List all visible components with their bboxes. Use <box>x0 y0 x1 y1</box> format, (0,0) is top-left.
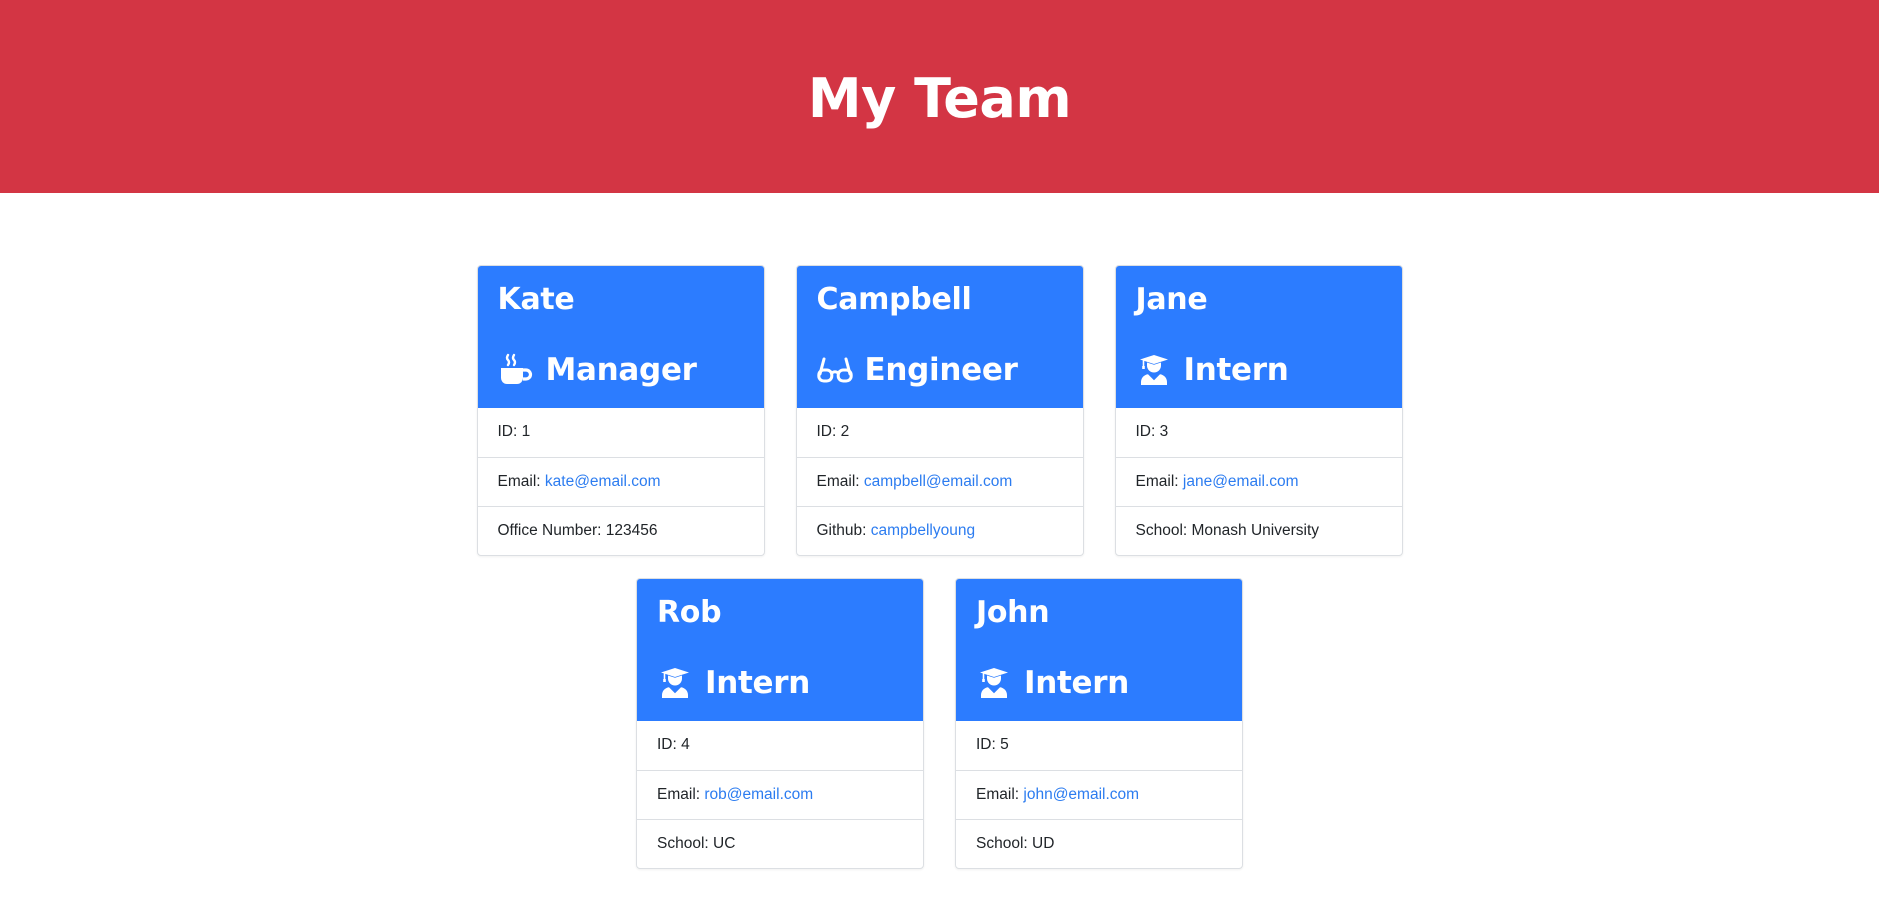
graduate-icon <box>976 665 1012 701</box>
card-header: Campbell Engineer <box>796 266 1083 408</box>
email-link[interactable]: rob@email.com <box>704 786 813 803</box>
card-row: Kate Manager ID: 1 Email: kate@email.com… <box>0 265 1879 556</box>
role-label: Intern <box>705 665 811 701</box>
github-row: Github: campbellyoung <box>796 506 1083 555</box>
school-label: School: <box>657 835 709 852</box>
details-list: ID: 5 Email: john@email.com School: UD <box>956 721 1242 868</box>
github-link[interactable]: campbellyoung <box>871 522 975 539</box>
email-link[interactable]: john@email.com <box>1023 786 1139 803</box>
school-label: School: <box>1135 522 1188 539</box>
details-list: ID: 2 Email: campbell@email.com Github: … <box>796 408 1083 555</box>
employee-name: Jane <box>1135 282 1208 317</box>
role-label: Engineer <box>864 352 1018 388</box>
team-area: Kate Manager ID: 1 Email: kate@email.com… <box>0 193 1879 918</box>
employee-name: Kate <box>497 282 575 317</box>
details-list: ID: 3 Email: jane@email.com School: Mona… <box>1115 408 1402 555</box>
employee-name: John <box>976 595 1050 630</box>
school-label: School: <box>976 835 1028 852</box>
id-row: ID: 1 <box>478 408 764 457</box>
email-label: Email: <box>816 473 860 490</box>
id-label: ID: <box>657 736 677 753</box>
graduate-icon <box>657 665 693 701</box>
page-title: My Team <box>807 67 1072 130</box>
employee-card-intern: Rob Intern ID: 4 Email: rob@email.com Sc… <box>636 578 924 869</box>
school-value: Monash University <box>1191 522 1320 539</box>
employee-role: Engineer <box>816 350 1063 390</box>
email-link[interactable]: jane@email.com <box>1183 473 1299 490</box>
email-row: Email: jane@email.com <box>1115 457 1402 506</box>
card-header: Rob Intern <box>637 579 923 721</box>
role-label: Manager <box>545 352 697 388</box>
id-value: 2 <box>840 423 850 440</box>
id-value: 5 <box>1000 736 1009 753</box>
office-number-row: Office Number: 123456 <box>477 506 764 555</box>
email-link[interactable]: campbell@email.com <box>864 473 1012 490</box>
id-value: 4 <box>681 736 690 753</box>
employee-card-manager: Kate Manager ID: 1 Email: kate@email.com… <box>476 265 765 556</box>
school-value: UD <box>1032 835 1055 852</box>
id-row: ID: 3 <box>1116 408 1402 457</box>
email-row: Email: campbell@email.com <box>796 457 1083 506</box>
email-label: Email: <box>657 786 701 803</box>
office-number-label: Office Number: <box>497 522 602 539</box>
details-list: ID: 4 Email: rob@email.com School: UC <box>637 721 923 868</box>
id-label: ID: <box>816 423 837 440</box>
employee-role: Manager <box>498 350 744 390</box>
card-header: Jane Intern <box>1115 266 1402 408</box>
employee-card-engineer: Campbell Engineer ID: 2 Email: campbell@… <box>795 265 1084 556</box>
school-row: School: Monash University <box>1115 506 1402 555</box>
employee-name: Campbell <box>816 282 972 317</box>
employee-card-intern: John Intern ID: 5 Email: john@email.com … <box>955 578 1243 869</box>
email-row: Email: kate@email.com <box>477 457 764 506</box>
employee-name: Rob <box>657 595 722 630</box>
id-label: ID: <box>497 423 518 440</box>
employee-role: Intern <box>1136 350 1382 390</box>
office-number-value: 123456 <box>605 522 658 539</box>
email-label: Email: <box>497 473 541 490</box>
school-value: UC <box>713 835 736 852</box>
role-label: Intern <box>1024 665 1130 701</box>
id-value: 1 <box>521 423 531 440</box>
email-label: Email: <box>1135 473 1179 490</box>
id-label: ID: <box>976 736 996 753</box>
id-row: ID: 5 <box>956 721 1242 770</box>
graduate-icon <box>1136 352 1172 388</box>
school-row: School: UD <box>956 819 1242 868</box>
role-label: Intern <box>1183 352 1289 388</box>
employee-role: Intern <box>657 663 903 703</box>
card-row: Rob Intern ID: 4 Email: rob@email.com Sc… <box>0 578 1879 869</box>
card-header: Kate Manager <box>477 266 764 408</box>
employee-card-intern: Jane Intern ID: 3 Email: jane@email.com … <box>1114 265 1403 556</box>
page-header: My Team <box>0 0 1879 193</box>
mug-icon <box>498 352 534 388</box>
github-label: Github: <box>816 522 867 539</box>
id-value: 3 <box>1159 423 1169 440</box>
card-header: John Intern <box>956 579 1242 721</box>
email-link[interactable]: kate@email.com <box>545 473 661 490</box>
details-list: ID: 1 Email: kate@email.com Office Numbe… <box>477 408 764 555</box>
id-row: ID: 2 <box>797 408 1083 457</box>
id-row: ID: 4 <box>637 721 923 770</box>
glasses-icon <box>816 352 853 388</box>
employee-role: Intern <box>976 663 1222 703</box>
id-label: ID: <box>1135 423 1156 440</box>
email-label: Email: <box>976 786 1020 803</box>
school-row: School: UC <box>637 819 923 868</box>
email-row: Email: john@email.com <box>956 770 1242 819</box>
email-row: Email: rob@email.com <box>637 770 923 819</box>
